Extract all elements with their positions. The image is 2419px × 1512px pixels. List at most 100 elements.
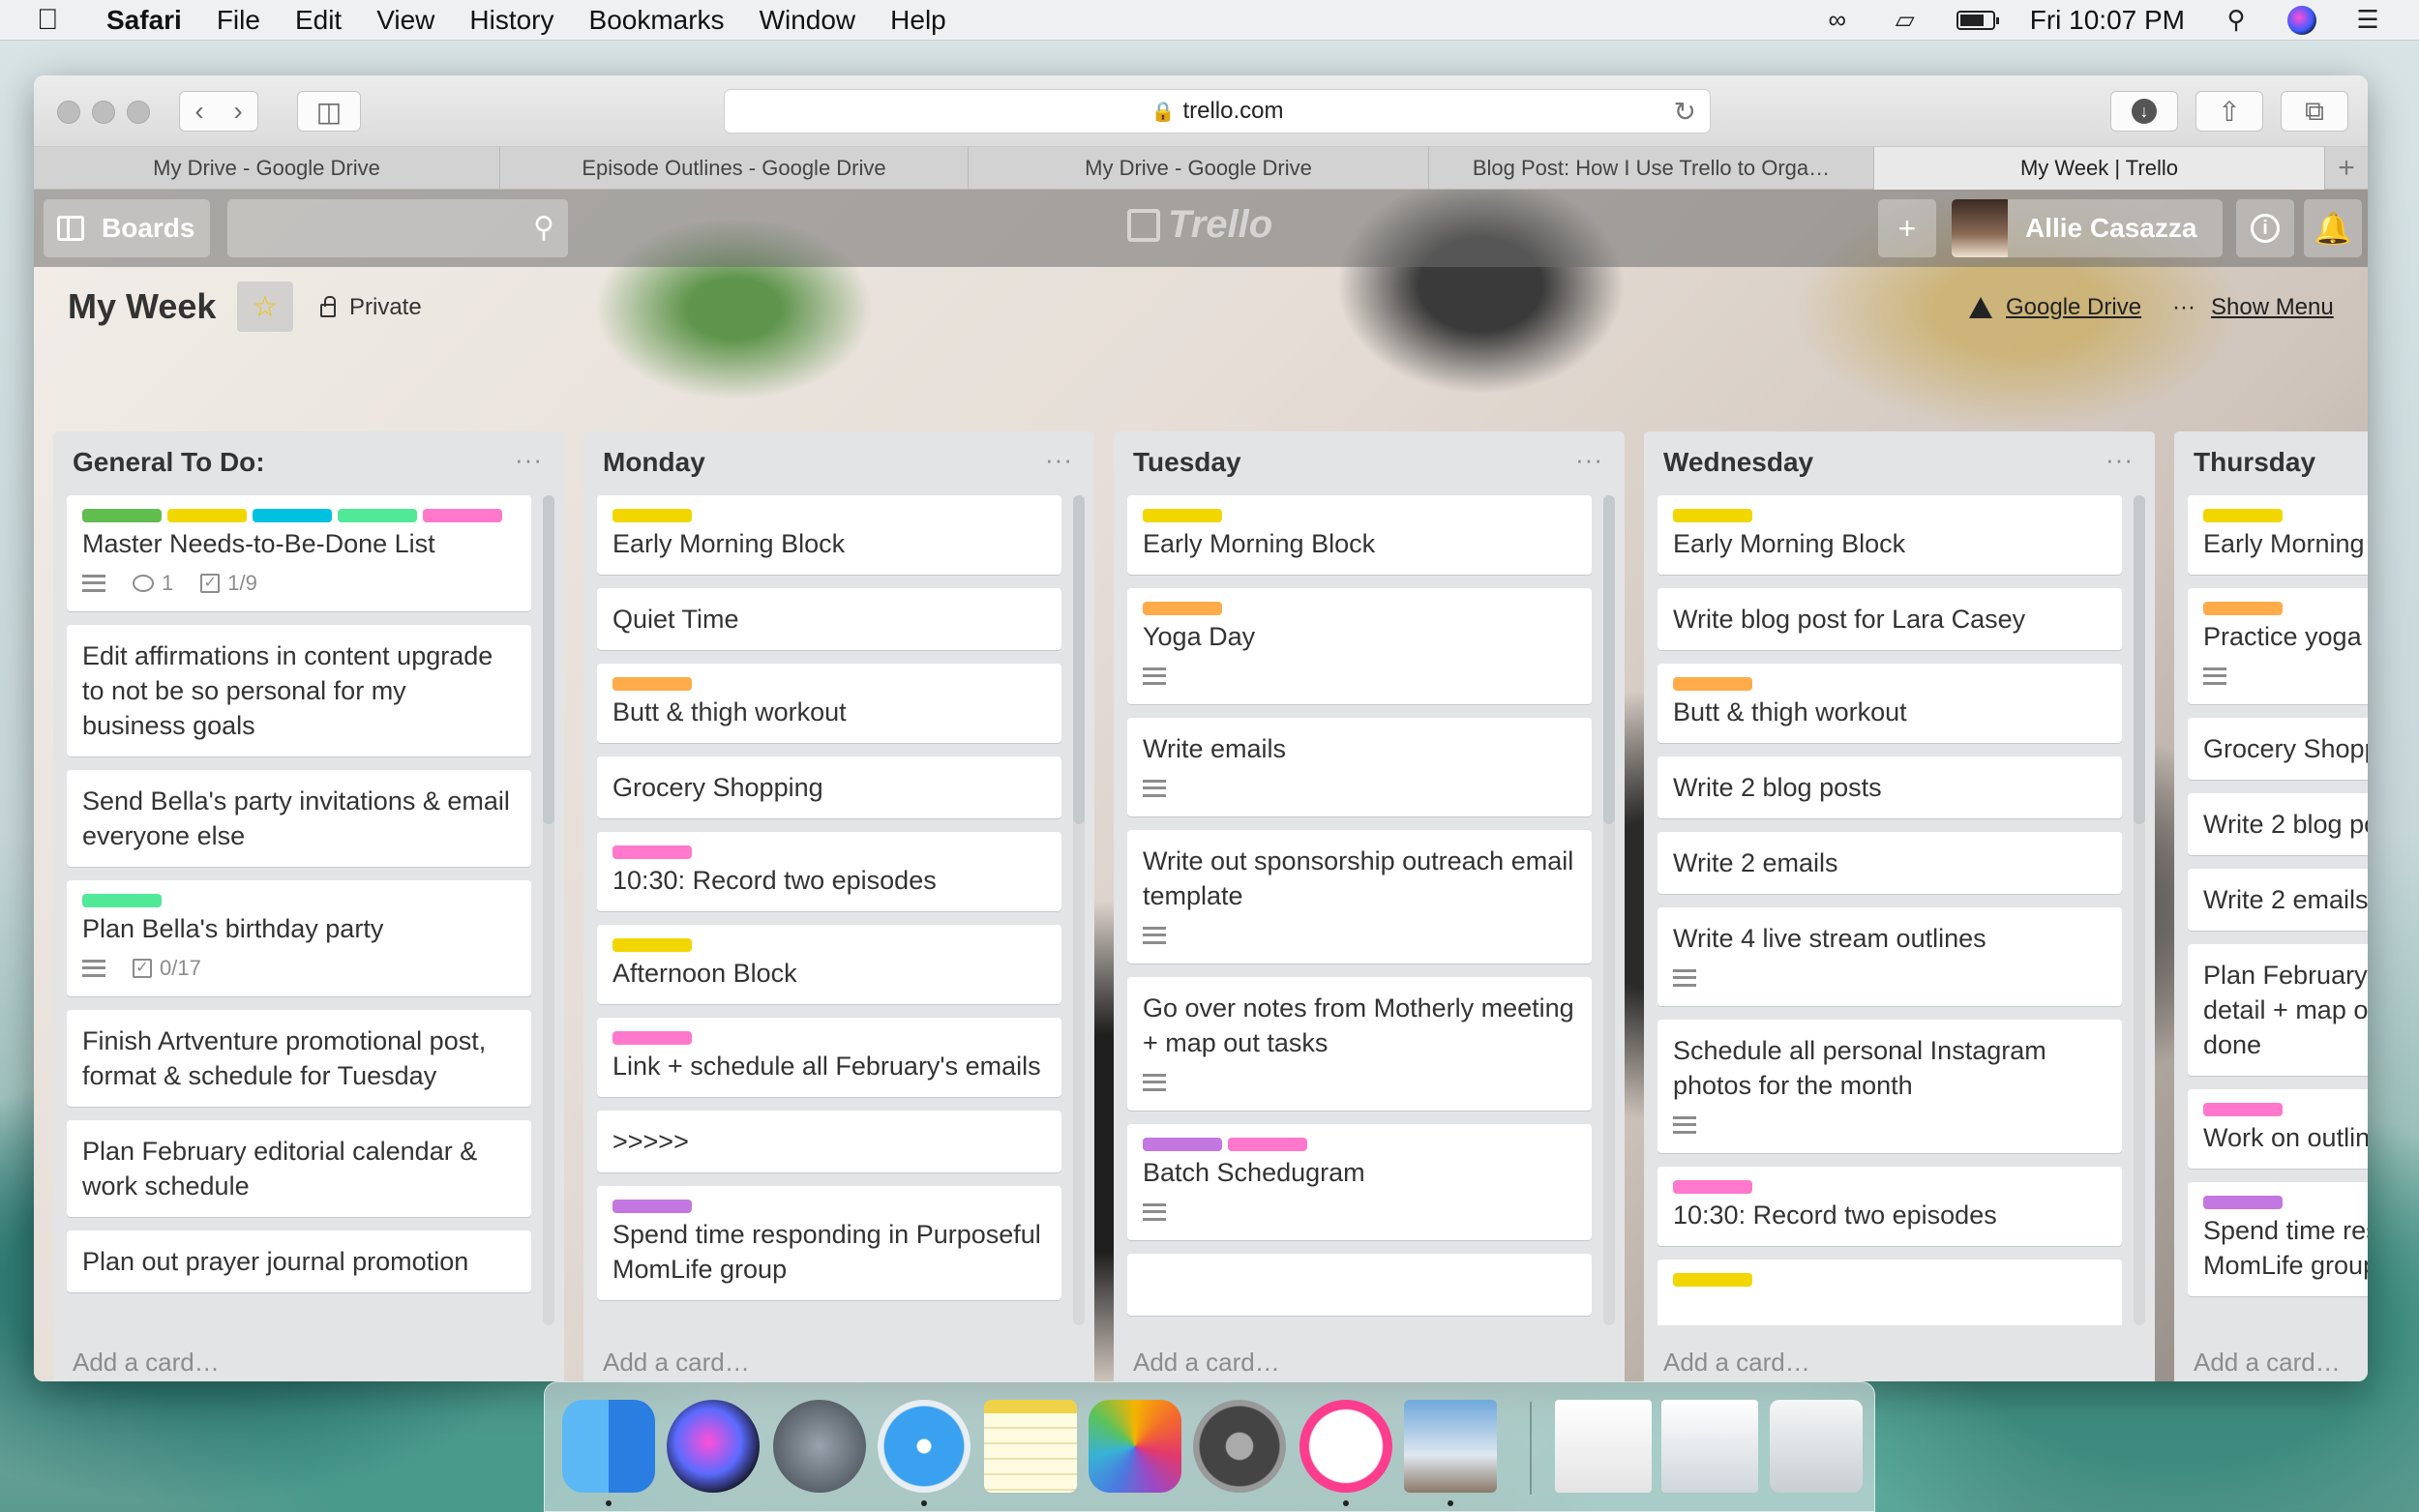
card[interactable] — [1657, 1260, 2122, 1325]
card[interactable]: Go over notes from Motherly meeting + ma… — [1127, 977, 1592, 1111]
sidebar-toggle-button[interactable]: ◫ — [297, 91, 361, 132]
list-scrollbar-thumb[interactable] — [2134, 495, 2145, 824]
user-menu-button[interactable]: Allie Casazza — [1952, 199, 2223, 257]
notifications-button[interactable]: 🔔 — [2304, 199, 2362, 257]
card[interactable]: Butt & thigh workout — [1657, 664, 2122, 743]
list-menu-dots-icon[interactable]: ··· — [2105, 445, 2134, 475]
card[interactable]: Schedule all personal Instagram photos f… — [1657, 1020, 2122, 1153]
list-vertical-scrollbar[interactable] — [1073, 495, 1085, 1325]
card[interactable]: Early Morning Block — [1657, 495, 2122, 575]
card[interactable]: Grocery Shopping — [2188, 718, 2368, 780]
card[interactable]: Batch Schedugram — [1127, 1124, 1592, 1240]
launchpad-icon[interactable] — [773, 1400, 866, 1493]
card[interactable]: Practice yoga — [2188, 588, 2368, 704]
system-preferences-icon[interactable] — [1193, 1400, 1286, 1493]
zoom-window-button[interactable] — [127, 101, 150, 124]
tab-my-week-trello[interactable]: My Week | Trello — [1874, 147, 2325, 190]
forward-arrow-icon[interactable]: › — [233, 96, 242, 127]
airplay-icon[interactable]: ▱ — [1889, 5, 1922, 34]
tab-my-drive-2[interactable]: My Drive - Google Drive — [969, 147, 1429, 190]
card[interactable]: Plan February editorial calendar in deta… — [2188, 944, 2368, 1076]
card[interactable]: Spend time responding in Purposeful MomL… — [597, 1186, 1061, 1300]
create-button[interactable]: + — [1878, 199, 1936, 257]
card[interactable]: Plan out prayer journal promotion — [67, 1230, 531, 1292]
menu-file[interactable]: File — [217, 5, 260, 36]
card[interactable]: Master Needs-to-Be-Done List 1 ✓ 1/9 — [67, 495, 531, 611]
list-vertical-scrollbar[interactable] — [543, 495, 554, 1325]
creative-cloud-icon[interactable]: ∞ — [1821, 5, 1854, 34]
add-card-button[interactable]: Add a card… — [1133, 1348, 1280, 1378]
back-arrow-icon[interactable]: ‹ — [194, 96, 203, 127]
battery-icon[interactable] — [1956, 10, 1999, 30]
menu-app-name[interactable]: Safari — [106, 5, 182, 36]
menu-edit[interactable]: Edit — [295, 5, 342, 36]
close-window-button[interactable] — [57, 101, 80, 124]
card[interactable]: Early Morning Block — [597, 495, 1061, 575]
card[interactable]: Write 4 live stream outlines — [1657, 907, 2122, 1006]
card[interactable]: Work on outlines for episodes — [2188, 1089, 2368, 1169]
tab-my-drive-1[interactable]: My Drive - Google Drive — [34, 147, 500, 190]
list-menu-dots-icon[interactable]: ··· — [1045, 445, 1073, 475]
card[interactable]: Write 2 blog posts — [1657, 756, 2122, 818]
star-board-button[interactable]: ☆ — [237, 282, 293, 332]
add-card-button[interactable]: Add a card… — [603, 1348, 750, 1378]
list-vertical-scrollbar[interactable] — [2134, 495, 2145, 1325]
share-button[interactable]: ⇧ — [2195, 91, 2263, 132]
list-title[interactable]: Thursday — [2194, 447, 2315, 478]
menu-clock[interactable]: Fri 10:07 PM — [2030, 5, 2185, 36]
list-vertical-scrollbar[interactable] — [1603, 495, 1615, 1325]
boards-button[interactable]: Boards — [44, 199, 210, 257]
card[interactable]: Quiet Time — [597, 588, 1061, 650]
card[interactable]: Write blog post for Lara Casey — [1657, 588, 2122, 650]
downloads-button[interactable]: ↓ — [2110, 91, 2178, 132]
show-menu-button[interactable]: ··· Show Menu — [2172, 294, 2334, 321]
reload-icon[interactable]: ↻ — [1674, 96, 1696, 128]
board-title[interactable]: My Week — [68, 286, 216, 327]
add-card-button[interactable]: Add a card… — [73, 1348, 220, 1378]
card[interactable]: Write 2 emails — [2188, 869, 2368, 931]
list-scrollbar-thumb[interactable] — [1073, 495, 1085, 824]
card[interactable]: Afternoon Block — [597, 925, 1061, 1004]
card[interactable]: 10:30: Record two episodes — [1657, 1167, 2122, 1246]
list-scrollbar-thumb[interactable] — [1603, 495, 1615, 824]
visibility-button[interactable]: Private — [320, 294, 422, 321]
card[interactable]: Plan Bella's birthday party ✓ 0/17 — [67, 880, 531, 996]
minimized-window-1-thumbnail[interactable] — [1555, 1400, 1652, 1493]
list-title[interactable]: Monday — [603, 447, 705, 478]
tab-blog-post[interactable]: Blog Post: How I Use Trello to Orga… — [1429, 147, 1874, 190]
add-card-button[interactable]: Add a card… — [1663, 1348, 1810, 1378]
notification-center-icon[interactable]: ☰ — [2351, 5, 2384, 34]
siri-icon[interactable] — [2287, 5, 2316, 35]
menu-history[interactable]: History — [469, 5, 553, 36]
minimize-window-button[interactable] — [92, 101, 115, 124]
menu-view[interactable]: View — [376, 5, 434, 36]
tab-episode-outlines[interactable]: Episode Outlines - Google Drive — [500, 147, 969, 190]
safari-app-icon[interactable] — [878, 1400, 971, 1493]
address-bar[interactable]: 🔒 trello.com ↻ — [724, 89, 1711, 133]
board-search-input[interactable]: ⚲ — [227, 199, 568, 257]
info-button[interactable]: i — [2236, 199, 2294, 257]
list-title[interactable]: General To Do: — [73, 447, 265, 478]
spotlight-search-icon[interactable]: ⚲ — [2220, 5, 2253, 34]
minimized-window-2-thumbnail[interactable] — [1661, 1400, 1758, 1493]
trello-logo[interactable]: Trello — [1127, 203, 1272, 247]
list-menu-dots-icon[interactable]: ··· — [1575, 445, 1603, 475]
google-drive-powerup[interactable]: Google Drive — [1969, 294, 2141, 321]
card[interactable]: Early Morning Block — [1127, 495, 1592, 575]
card[interactable]: Link + schedule all February's emails — [597, 1018, 1061, 1097]
card[interactable]: Write out sponsorship outreach email tem… — [1127, 830, 1592, 964]
list-title[interactable]: Wednesday — [1663, 447, 1813, 478]
menu-bookmarks[interactable]: Bookmarks — [589, 5, 725, 36]
card[interactable]: Edit affirmations in content upgrade to … — [67, 625, 531, 756]
card[interactable]: Write 2 blog posts — [2188, 793, 2368, 855]
new-tab-button[interactable]: + — [2325, 147, 2368, 190]
card[interactable]: Write emails — [1127, 718, 1592, 816]
card[interactable]: Plan February editorial calendar & work … — [67, 1120, 531, 1217]
list-title[interactable]: Tuesday — [1133, 447, 1241, 478]
card[interactable]: Finish Artventure promotional post, form… — [67, 1010, 531, 1107]
card[interactable]: Butt & thigh workout — [597, 664, 1061, 743]
photos-app-icon[interactable] — [1089, 1400, 1181, 1493]
card[interactable]: Spend time responding in Purposeful MomL… — [2188, 1182, 2368, 1296]
tab-overview-button[interactable]: ⧉ — [2281, 91, 2348, 132]
menu-help[interactable]: Help — [890, 5, 946, 36]
